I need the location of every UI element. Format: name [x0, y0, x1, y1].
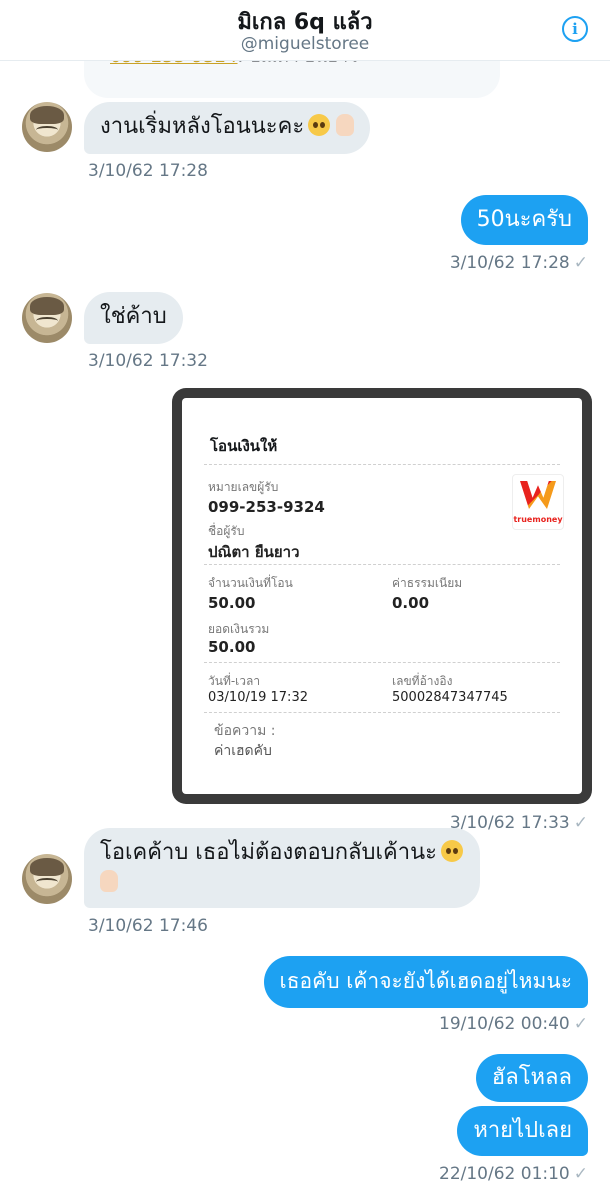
receipt-value: ค่าเฮดคับ [214, 743, 272, 759]
pleading-face-emoji [440, 840, 463, 862]
receipt-value: ปณิตา ยืนยาว [208, 543, 300, 561]
receipt-value: 50.00 [208, 638, 256, 656]
raised-hand-emoji [336, 114, 355, 136]
sent-check-icon: ✓ [573, 253, 588, 273]
receipt-label: หมายเลขผู้รับ [208, 480, 279, 494]
receipt-value: 03/10/19 17:32 [208, 690, 308, 705]
message-timestamp: 19/10/62 00:40 ✓ [439, 1014, 588, 1034]
conversation-header: มิเกล 6q แล้ว @miguelstoree i [0, 0, 610, 61]
sent-check-icon: ✓ [573, 1014, 588, 1034]
receipt-divider [204, 464, 560, 465]
message-bubble-outgoing[interactable]: เธอคับ เค้าจะยังได้เฮดอยู่ไหมนะ [263, 956, 588, 1008]
receipt-label: ข้อความ : [214, 723, 276, 739]
message-bubble-outgoing[interactable]: ฮัลโหลล [475, 1054, 588, 1102]
message-timestamp: 3/10/62 17:46 [88, 916, 208, 936]
pleading-face-emoji [308, 114, 331, 136]
avatar[interactable] [22, 293, 72, 343]
receipt-label: ชื่อผู้รับ [208, 524, 245, 538]
info-icon[interactable]: i [562, 16, 588, 42]
message-timestamp: 3/10/62 17:28 [88, 161, 208, 181]
receipt-value: 099-253-9324 [208, 498, 325, 516]
receipt-value: 50.00 [208, 594, 256, 612]
receipt-value: 0.00 [392, 594, 430, 612]
message-bubble-incoming[interactable]: ใช่ค้าบ [84, 292, 183, 344]
transfer-receipt: โอนเงินให้ หมายเลขผู้รับ 099-253-9324 ชื… [182, 398, 582, 794]
avatar[interactable] [22, 854, 72, 904]
sent-check-icon: ✓ [573, 813, 588, 833]
receipt-title: โอนเงินให้ [210, 437, 278, 455]
receipt-divider [204, 662, 560, 663]
truemoney-logo: truemoney [512, 474, 564, 530]
avatar[interactable] [22, 102, 72, 152]
image-attachment[interactable]: โอนเงินให้ หมายเลขผู้รับ 099-253-9324 ชื… [172, 388, 592, 804]
receipt-label: เลขที่อ้างอิง [392, 674, 453, 688]
message-timestamp: 3/10/62 17:33 ✓ [449, 813, 588, 833]
receipt-divider [204, 564, 560, 565]
receipt-label: จำนวนเงินที่โอน [208, 576, 293, 590]
message-timestamp: 3/10/62 17:28 ✓ [449, 253, 588, 273]
sent-check-icon: ✓ [573, 1164, 588, 1184]
message-timestamp: 22/10/62 01:10 ✓ [439, 1164, 588, 1184]
message-bubble-outgoing[interactable]: 50นะครับ [460, 195, 588, 245]
raised-hand-emoji [100, 869, 118, 892]
receipt-divider [204, 712, 560, 713]
receipt-label: ยอดเงินรวม [208, 622, 270, 636]
message-bubble-incoming[interactable]: โอเคค้าบ เธอไม่ต้องตอบกลับเค้านะ [84, 828, 480, 908]
message-bubble-outgoing[interactable]: หายไปเลย [457, 1106, 588, 1156]
message-timestamp: 3/10/62 17:32 [88, 351, 208, 371]
receipt-value: 50002847347745 [392, 690, 508, 705]
receipt-label: ค่าธรรมเนียม [392, 576, 463, 590]
message-bubble-incoming[interactable]: งานเริ่มหลังโอนนะคะ [84, 102, 371, 154]
conversation-handle[interactable]: @miguelstoree [0, 34, 610, 54]
receipt-label: วันที่-เวลา [208, 674, 261, 688]
